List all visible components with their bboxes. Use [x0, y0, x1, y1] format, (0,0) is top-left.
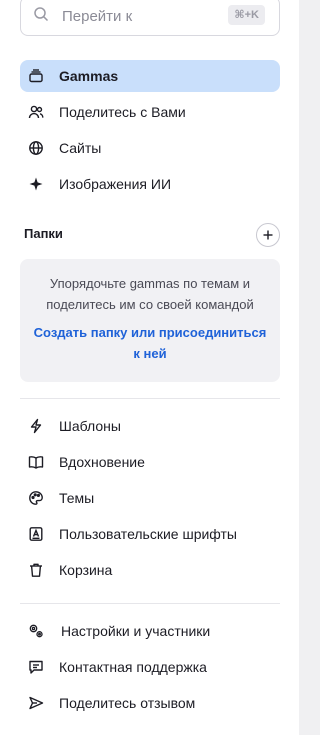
folders-heading: Папки	[24, 226, 63, 241]
nav-item-gammas[interactable]: Gammas	[20, 60, 280, 92]
divider	[20, 603, 280, 604]
chat-icon	[28, 659, 44, 675]
nav-item-templates[interactable]: Шаблоны	[20, 410, 280, 442]
create-folder-link[interactable]: Создать папку или присоединиться к ней	[30, 322, 270, 364]
palette-icon	[28, 490, 44, 506]
shortcut-badge: ⌘+K	[228, 5, 265, 25]
nav-item-feedback[interactable]: Поделитесь отзывом	[20, 687, 280, 719]
nav-item-label: Корзина	[59, 562, 113, 578]
nav-item-custom-fonts[interactable]: Пользовательские шрифты	[20, 518, 280, 550]
book-icon	[28, 454, 44, 470]
trash-icon	[28, 562, 44, 578]
stack-icon	[28, 68, 44, 84]
nav-item-label: Пользовательские шрифты	[59, 526, 237, 542]
folders-empty-text: Упорядочьте gammas по темам и поделитесь…	[46, 276, 254, 312]
gears-icon	[28, 623, 44, 639]
nav-item-label: Темы	[59, 490, 95, 506]
nav-item-label: Сайты	[59, 140, 102, 156]
folders-empty-state: Упорядочьте gammas по темам и поделитесь…	[20, 259, 280, 382]
sparkle-icon	[28, 176, 44, 192]
nav-item-label: Контактная поддержка	[59, 659, 207, 675]
nav-item-trash[interactable]: Корзина	[20, 554, 280, 586]
nav-item-label: Gammas	[59, 68, 119, 84]
search-input[interactable]: Перейти к	[62, 8, 132, 25]
add-folder-button[interactable]	[256, 223, 280, 247]
nav-item-inspiration[interactable]: Вдохновение	[20, 446, 280, 478]
nav-item-support[interactable]: Контактная поддержка	[20, 651, 280, 683]
divider	[20, 398, 280, 399]
nav-item-settings[interactable]: Настройки и участники	[20, 615, 280, 647]
nav-item-label: Настройки и участники	[61, 623, 211, 639]
nav-item-label: Шаблоны	[59, 418, 121, 434]
nav-item-label: Поделитесь с Вами	[59, 104, 186, 120]
nav-item-ai-images[interactable]: Изображения ИИ	[20, 168, 280, 200]
globe-icon	[28, 140, 44, 156]
nav-item-themes[interactable]: Темы	[20, 482, 280, 514]
send-icon	[28, 695, 44, 711]
font-icon	[28, 526, 44, 542]
search-icon	[33, 6, 49, 27]
bolt-icon	[28, 418, 44, 434]
scrollbar[interactable]	[299, 0, 311, 735]
nav-item-label: Изображения ИИ	[59, 176, 171, 192]
nav-item-sites[interactable]: Сайты	[20, 132, 280, 164]
search-box[interactable]: Перейти к ⌘+K	[20, 0, 280, 36]
nav-item-label: Вдохновение	[59, 454, 145, 470]
users-icon	[28, 104, 44, 120]
plus-icon	[263, 230, 273, 240]
nav-item-label: Поделитесь отзывом	[59, 695, 196, 711]
nav-item-shared[interactable]: Поделитесь с Вами	[20, 96, 280, 128]
sidebar: Перейти к ⌘+K Gammas Поделитесь с Вами С…	[0, 0, 299, 735]
